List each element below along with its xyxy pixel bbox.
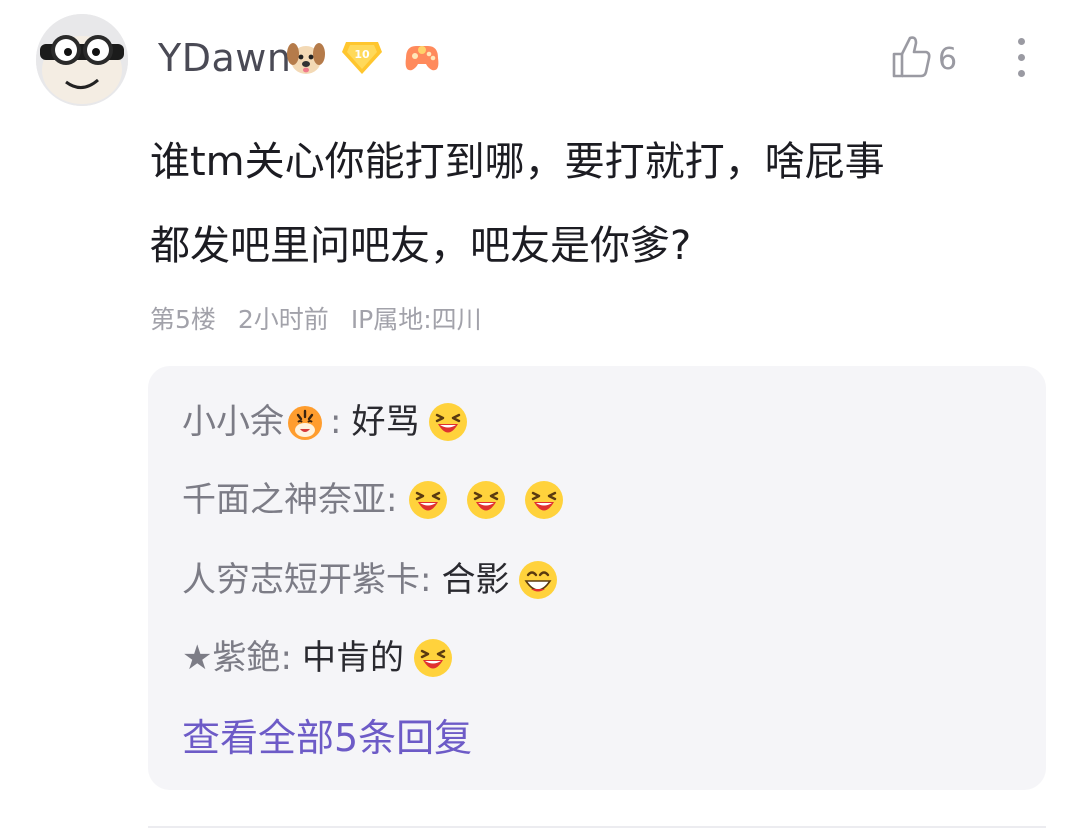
reply-author[interactable]: 千面之神奈亚 xyxy=(182,476,386,524)
view-all-replies-link[interactable]: 查看全部5条回复 xyxy=(182,714,472,762)
reply-item[interactable]: 小小余 : 好骂 xyxy=(182,398,485,446)
reply-item[interactable]: 千面之神奈亚 : xyxy=(182,476,581,524)
reply-text: 中肯的 xyxy=(301,638,404,678)
like-count: 6 xyxy=(938,41,958,77)
user-avatar[interactable] xyxy=(36,14,128,106)
level-text: 10 xyxy=(354,48,370,61)
thumbs-up-icon xyxy=(890,34,932,84)
comment-meta: 第5楼 2小时前 IP属地:四川 xyxy=(150,300,482,336)
comment-content: 谁tm关心你能打到哪，要打就打，啥屁事 都发吧里问吧友，吧友是你爹? xyxy=(150,132,1030,300)
dog-face-icon xyxy=(284,38,328,82)
comment-line-1: 谁tm关心你能打到哪，要打就打，啥屁事 xyxy=(150,139,885,185)
laughing-emoji-icon xyxy=(412,637,454,679)
laughing-emoji-icon xyxy=(465,479,507,521)
comment-line-2: 都发吧里问吧友，吧友是你爹? xyxy=(150,223,692,269)
laughing-emoji-icon xyxy=(407,479,449,521)
tiger-face-icon xyxy=(284,401,326,443)
reply-separator: : xyxy=(280,638,292,678)
reply-separator: : xyxy=(386,480,398,520)
reply-separator: : xyxy=(330,402,342,442)
reply-item[interactable]: ★紫銫 : 中肯的 xyxy=(182,634,470,682)
grinning-emoji-icon xyxy=(517,559,559,601)
post-time: 2小时前 xyxy=(237,305,329,334)
divider xyxy=(148,826,1046,828)
reply-item[interactable]: 人穷志短开紫卡 : 合影 xyxy=(182,556,575,604)
reply-author[interactable]: 人穷志短开紫卡 xyxy=(182,556,420,604)
ip-location: IP属地:四川 xyxy=(350,305,482,334)
gamepad-icon[interactable] xyxy=(400,38,444,82)
reply-text: 合影 xyxy=(441,560,510,600)
username[interactable]: YDawn xyxy=(158,36,291,80)
reply-separator: : xyxy=(420,560,432,600)
laughing-emoji-icon xyxy=(427,401,469,443)
more-vertical-icon[interactable] xyxy=(1012,38,1032,82)
reply-author[interactable]: ★紫銫 xyxy=(182,634,280,682)
like-button[interactable]: 6 xyxy=(890,34,957,84)
floor-number: 第5楼 xyxy=(150,305,216,334)
laughing-emoji-icon xyxy=(523,479,565,521)
reply-preview-box[interactable]: 小小余 : 好骂 千面之神奈亚: 人穷志短开紫卡: 合影 ★紫銫: 中肯的… xyxy=(148,366,1046,790)
comment-card: YDawn 10 6 谁tm关心你能打到哪，要打就打，啥屁事 都发吧里问吧友，吧… xyxy=(0,0,1080,832)
reply-text: 好骂 xyxy=(351,402,420,442)
level-badge-icon[interactable]: 10 xyxy=(340,36,384,80)
reply-author[interactable]: 小小余 xyxy=(182,398,284,446)
